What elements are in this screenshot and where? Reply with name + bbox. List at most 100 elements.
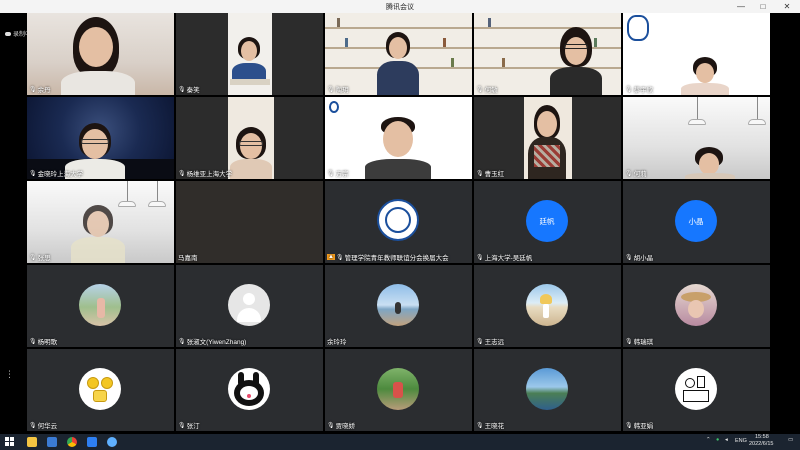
participant-name: 🎙 韩瑞琪 bbox=[625, 338, 654, 347]
clock-time[interactable]: 15:58 bbox=[755, 434, 769, 440]
windows-taskbar: ⌃ ● ◂ ENG 15:58 2022/6/15 ▭ bbox=[0, 434, 800, 450]
window-title: 腾讯会议 bbox=[386, 4, 414, 11]
participant-name: 🎙 秦笑 bbox=[178, 86, 200, 95]
participant-name: 🎙 何莉 bbox=[625, 170, 647, 179]
participant-tile[interactable]: 🎙 杨维亚上海大学 bbox=[176, 97, 323, 179]
chrome-browser-icon[interactable] bbox=[67, 437, 77, 447]
participant-tile[interactable]: 🎙 方宗 bbox=[325, 97, 472, 179]
microphone-icon: 🎙 bbox=[625, 338, 633, 345]
microphone-icon: 🎙 bbox=[29, 170, 37, 177]
university-logo-icon bbox=[627, 15, 649, 41]
participant-tile[interactable]: 🎙 王晓花 bbox=[474, 349, 621, 431]
wechat-tray-icon[interactable]: ● bbox=[716, 437, 719, 443]
microphone-icon: 🎙 bbox=[476, 170, 484, 177]
participant-name: 🎙 余丹 bbox=[29, 86, 51, 95]
participant-tile[interactable]: ▲ 🎙 管理学院青年教师联谊分会换届大会 bbox=[325, 181, 472, 263]
participant-name: 🎙 方宗 bbox=[327, 170, 349, 179]
more-options-icon[interactable]: ⋮ bbox=[5, 370, 14, 379]
file-explorer-icon[interactable] bbox=[27, 437, 37, 447]
cartoon-rabbit-icon bbox=[228, 368, 270, 410]
participant-name: 🎙 金晓玲上海大学 bbox=[29, 170, 84, 179]
microphone-icon: 🎙 bbox=[178, 338, 186, 345]
notification-icon[interactable]: ▭ bbox=[788, 437, 793, 443]
participant-tile[interactable]: 🎙 陶玥 bbox=[325, 13, 472, 95]
seaside-photo-icon bbox=[377, 284, 419, 326]
participant-tile[interactable]: 🎙 贾晓娇 bbox=[325, 349, 472, 431]
participant-grid: 🎙 余丹 🎙 秦笑 🎙 陶玥 🎙 何敏 🎙 蔡宇欣 🎙 金晓玲上海大学 🎙 杨维… bbox=[27, 13, 773, 434]
cartoon-coins-icon bbox=[79, 368, 121, 410]
participant-tile[interactable]: 🎙 金晓玲上海大学 bbox=[27, 97, 174, 179]
participant-tile[interactable]: 余玲玲 bbox=[325, 265, 472, 347]
microphone-icon: 🎙 bbox=[327, 422, 335, 429]
close-button[interactable]: ✕ bbox=[776, 0, 798, 13]
app-icon[interactable] bbox=[107, 437, 117, 447]
microphone-icon: 🎙 bbox=[327, 170, 335, 177]
microphone-icon: 🎙 bbox=[476, 254, 484, 261]
participant-name: 🎙 蔡宇欣 bbox=[625, 86, 654, 95]
participant-name: 🎙 张淑文(YiwenZhang) bbox=[178, 338, 247, 347]
participant-tile[interactable]: 🎙 韩亚娟 bbox=[623, 349, 770, 431]
microphone-icon: 🎙 bbox=[178, 422, 186, 429]
participant-tile[interactable]: 🎙 何敏 bbox=[474, 13, 621, 95]
tencent-meeting-icon[interactable] bbox=[87, 437, 97, 447]
participant-name: 🎙 上海大学-吴廷帆 bbox=[476, 254, 533, 263]
microphone-icon: 🎙 bbox=[476, 86, 484, 93]
default-user-icon bbox=[228, 284, 270, 326]
participant-tile[interactable]: 🎙 何华云 bbox=[27, 349, 174, 431]
microphone-icon: 🎙 bbox=[625, 170, 633, 177]
speaker-icon[interactable]: ◂ bbox=[725, 437, 728, 443]
microphone-icon: 🎙 bbox=[29, 86, 37, 93]
microphone-icon: 🎙 bbox=[476, 422, 484, 429]
participant-tile[interactable]: 🎙 杨明歌 bbox=[27, 265, 174, 347]
microphone-icon: 🎙 bbox=[29, 338, 37, 345]
window-titlebar: 腾讯会议 — □ ✕ bbox=[0, 0, 800, 13]
outdoor-photo-icon bbox=[79, 284, 121, 326]
host-icon: ▲ bbox=[327, 254, 335, 260]
microphone-icon: 🎙 bbox=[178, 170, 186, 177]
participant-tile[interactable]: 廷帆 🎙 上海大学-吴廷帆 bbox=[474, 181, 621, 263]
microphone-icon: 🎙 bbox=[476, 338, 484, 345]
maximize-button[interactable]: □ bbox=[752, 0, 774, 13]
sketch-drawing-icon bbox=[675, 368, 717, 410]
microphone-icon: 🎙 bbox=[327, 86, 335, 93]
participant-name: 余玲玲 bbox=[327, 339, 347, 346]
participant-name: 🎙 何华云 bbox=[29, 422, 58, 431]
clock-date[interactable]: 2022/6/15 bbox=[749, 441, 773, 447]
participant-name: 🎙 韩亚娟 bbox=[625, 422, 654, 431]
participant-name: 马嘉南 bbox=[178, 255, 198, 262]
participant-name: 🎙 王志远 bbox=[476, 338, 505, 347]
input-language[interactable]: ENG bbox=[735, 438, 747, 444]
windows-start-icon[interactable] bbox=[5, 437, 15, 447]
coast-photo-icon bbox=[526, 368, 568, 410]
participant-tile[interactable]: 🎙 韩瑞琪 bbox=[623, 265, 770, 347]
participant-tile[interactable]: 小晶 🎙 胡小晶 bbox=[623, 181, 770, 263]
participant-tile[interactable]: 🎙 余丹 bbox=[27, 13, 174, 95]
participant-name: 🎙 贾晓娇 bbox=[327, 422, 356, 431]
network-icon[interactable]: ⌃ bbox=[706, 437, 711, 443]
beach-photo-icon bbox=[526, 284, 568, 326]
folder-icon[interactable] bbox=[47, 437, 57, 447]
participant-tile[interactable]: 🎙 张汀 bbox=[176, 349, 323, 431]
participant-name: 🎙 何敏 bbox=[476, 86, 498, 95]
microphone-icon: 🎙 bbox=[625, 86, 633, 93]
participant-tile[interactable]: 🎙 秦笑 bbox=[176, 13, 323, 95]
university-logo-icon bbox=[377, 199, 419, 241]
university-logo-icon bbox=[329, 101, 339, 113]
minimize-button[interactable]: — bbox=[730, 0, 752, 13]
participant-tile[interactable]: 🎙 张思 bbox=[27, 181, 174, 263]
participant-name: 🎙 曹玉红 bbox=[476, 170, 505, 179]
participant-tile[interactable]: 🎙 张淑文(YiwenZhang) bbox=[176, 265, 323, 347]
microphone-icon: 🎙 bbox=[625, 254, 633, 261]
participant-name: 🎙 王晓花 bbox=[476, 422, 505, 431]
participant-tile[interactable]: 🎙 蔡宇欣 bbox=[623, 13, 770, 95]
microphone-icon: 🎙 bbox=[625, 422, 633, 429]
participant-name: 🎙 陶玥 bbox=[327, 86, 349, 95]
microphone-icon: 🎙 bbox=[29, 254, 37, 261]
participant-tile[interactable]: 🎙 何莉 bbox=[623, 97, 770, 179]
participant-name: 🎙 杨明歌 bbox=[29, 338, 58, 347]
participant-tile[interactable]: 马嘉南 bbox=[176, 181, 323, 263]
participant-tile[interactable]: 🎙 王志远 bbox=[474, 265, 621, 347]
participant-tile[interactable]: 🎙 曹玉红 bbox=[474, 97, 621, 179]
participant-name: 🎙 张汀 bbox=[178, 422, 200, 431]
garden-photo-icon bbox=[377, 368, 419, 410]
